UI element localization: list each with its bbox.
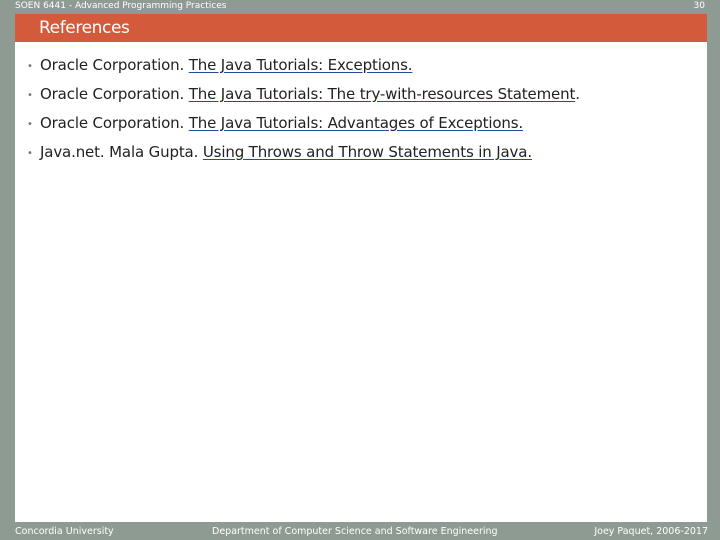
slide-title: References (39, 18, 130, 38)
reference-link-throws[interactable]: Using Throws and Throw Statements in Jav… (203, 143, 532, 161)
reference-link-exceptions[interactable]: The Java Tutorials: Exceptions. (189, 56, 413, 74)
reference-item: • Oracle Corporation. The Java Tutorials:… (27, 54, 703, 83)
reference-source: Oracle Corporation. (40, 85, 189, 103)
course-title: SOEN 6441 - Advanced Programming Practic… (15, 1, 227, 11)
reference-list: • Oracle Corporation. The Java Tutorials:… (27, 54, 703, 170)
reference-item: • Oracle Corporation. The Java Tutorials:… (27, 112, 703, 141)
content-area: • Oracle Corporation. The Java Tutorials:… (15, 42, 707, 522)
title-bar: References (15, 14, 707, 42)
slide: SOEN 6441 - Advanced Programming Practic… (0, 0, 720, 540)
reference-link-advantages[interactable]: The Java Tutorials: Advantages of Except… (189, 114, 523, 132)
slide-header-bar: SOEN 6441 - Advanced Programming Practic… (0, 0, 720, 13)
bullet-icon: • (27, 61, 33, 72)
bullet-icon: • (27, 90, 33, 101)
footer-author: Joey Paquet, 2006-2017 (594, 526, 708, 537)
reference-source: Oracle Corporation. (40, 56, 189, 74)
slide-number: 30 (693, 1, 705, 11)
slide-footer: Concordia University Department of Compu… (0, 522, 720, 540)
reference-item: • Java.net. Mala Gupta. Using Throws and … (27, 141, 703, 170)
reference-link-try-with-resources[interactable]: The Java Tutorials: The try-with-resourc… (189, 85, 576, 103)
bullet-icon: • (27, 119, 33, 130)
reference-source: Oracle Corporation. (40, 114, 189, 132)
reference-source: Java.net. Mala Gupta. (40, 143, 203, 161)
bullet-icon: • (27, 148, 33, 159)
footer-department: Department of Computer Science and Softw… (212, 526, 498, 537)
footer-university: Concordia University (15, 526, 114, 537)
reference-suffix: . (575, 85, 580, 103)
reference-item: • Oracle Corporation. The Java Tutorials:… (27, 83, 703, 112)
